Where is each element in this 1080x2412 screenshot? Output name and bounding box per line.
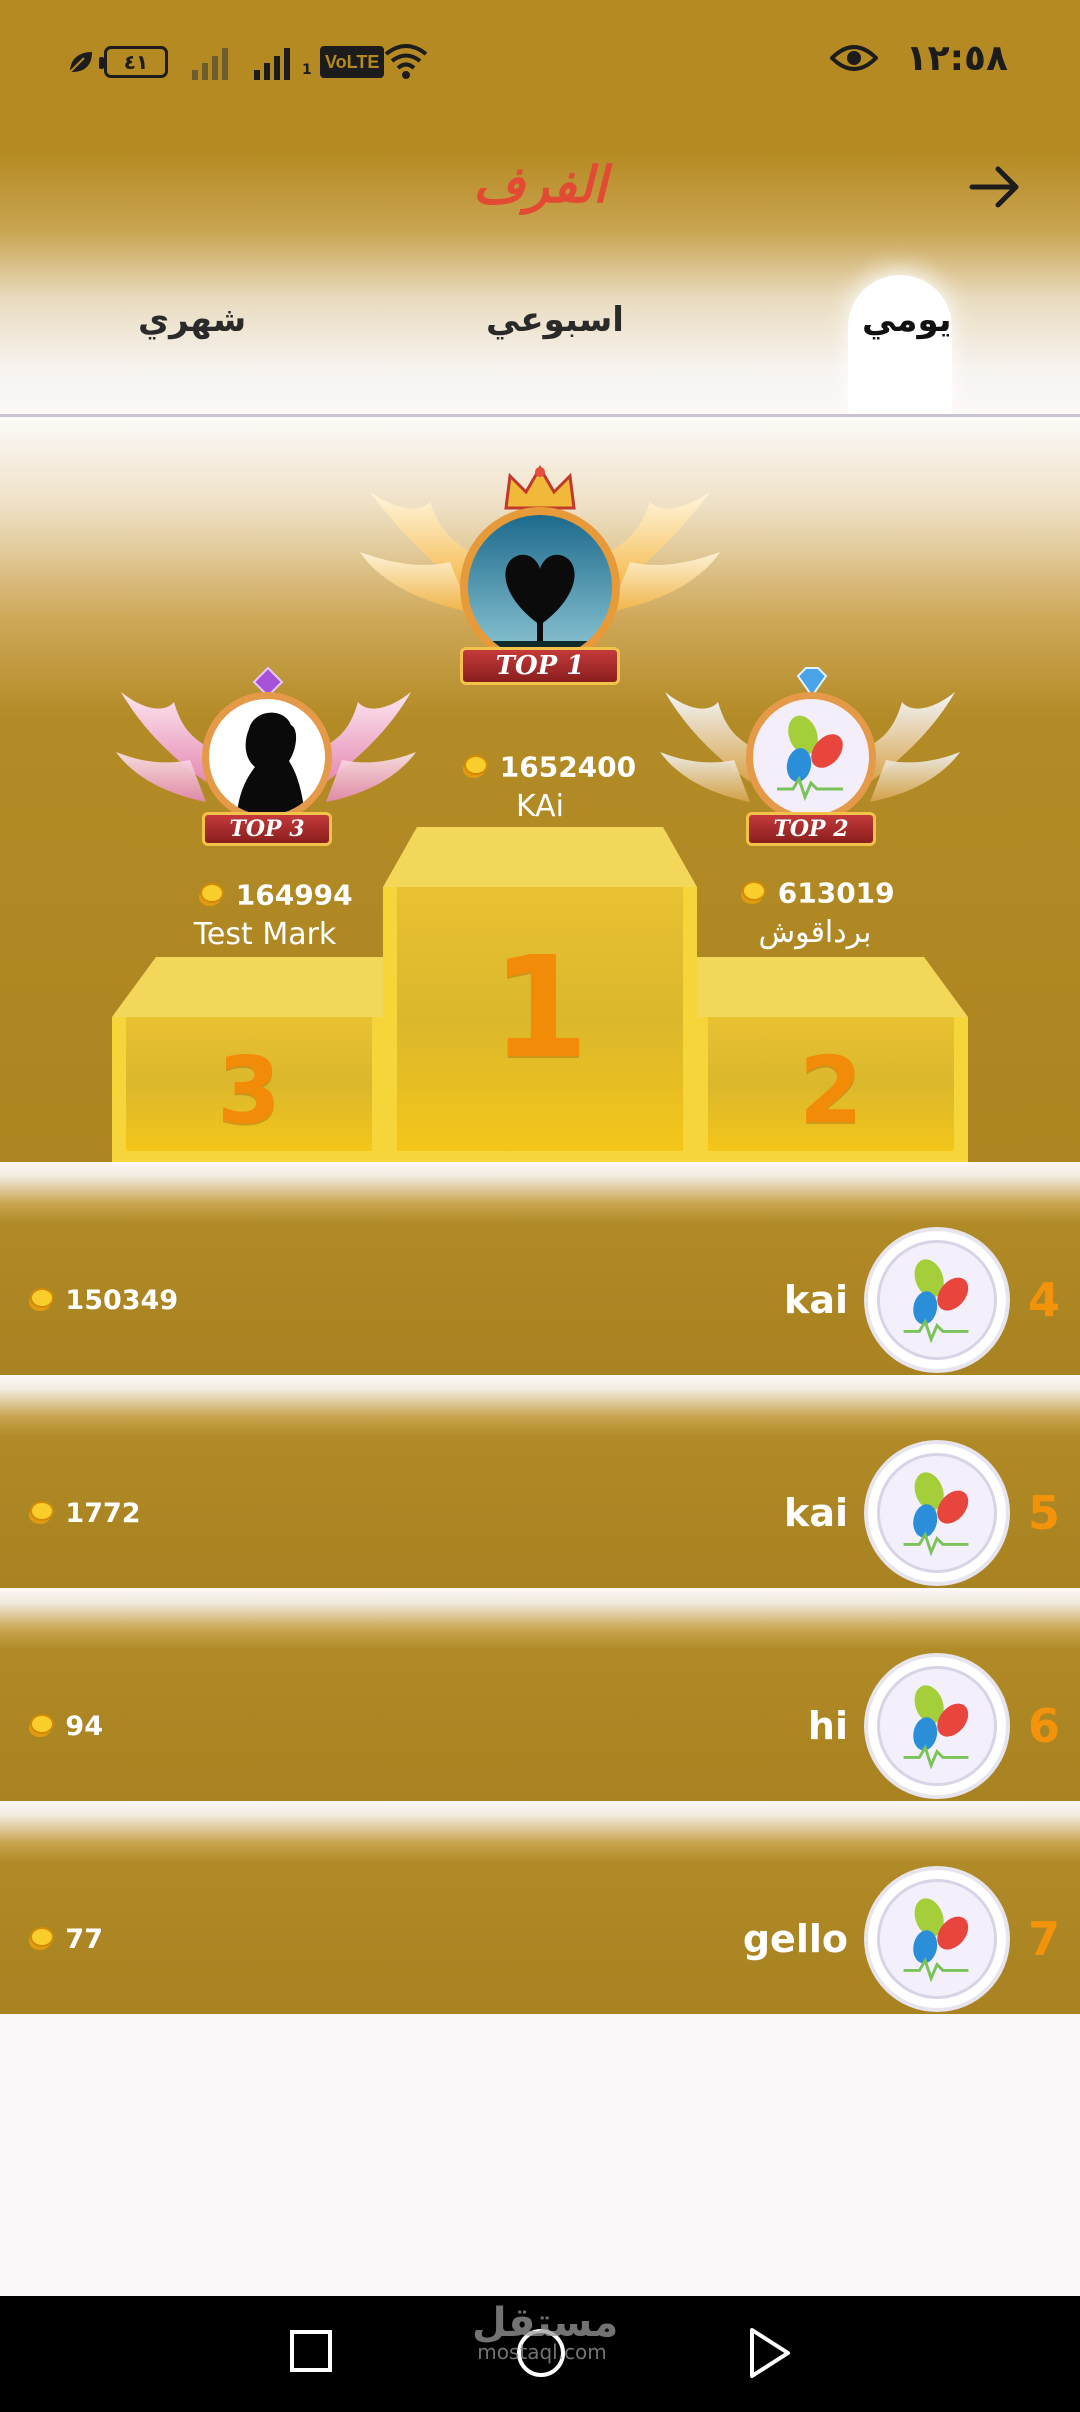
tab-daily[interactable]: يومي [862,300,952,340]
row-rank: 7 [1027,1911,1060,1966]
row-score: 77 [26,1923,103,1955]
coin-icon [29,1288,54,1311]
watermark-url: mostaql.com [477,2340,607,2364]
third-score: 164994 [196,877,353,912]
wifi-icon [384,44,428,79]
podium-label-2: 2 [798,1037,863,1144]
app-logo-icon [903,1897,969,1982]
top-1-badge: TOP 1 [460,647,620,685]
row-name: gello [742,1916,848,1961]
status-time: ١٢:٥٨ [905,38,1008,79]
coin-icon [463,755,488,778]
silhouette-icon [237,712,305,815]
volte-icon: VoLTE [320,46,385,78]
row-score: 94 [26,1710,103,1742]
page-title: الفرف [473,155,607,214]
row-score: 1772 [26,1497,141,1529]
row-avatar[interactable] [868,1656,1006,1795]
row-name: hi [807,1703,848,1748]
ranking-row[interactable]: 4 kai 150349 [0,1162,1080,1375]
coin-icon [741,881,766,904]
app-logo-icon [903,1684,969,1769]
ranking-row[interactable]: 6 hi 94 [0,1588,1080,1801]
first-place-avatar[interactable]: TOP 1 [360,465,720,692]
tab-monthly[interactable]: شهري [138,300,246,340]
row-rank: 5 [1027,1485,1060,1540]
podium-area: 3 2 1 TOP 1 1652400 KAi TOP 3 164994 Tes… [0,417,1080,1165]
row-score: 150349 [26,1284,178,1316]
app-logo-icon [903,1471,969,1556]
top-2-badge: TOP 2 [746,812,876,846]
signal-sim2-icon [192,48,228,80]
coin-icon [29,1501,54,1524]
coin-icon [29,1927,54,1950]
header-area: ٤١ 1 VoLTE ١٢:٥٨ الفرف شهري اسبوعي يومي [0,0,1080,417]
coin-icon [29,1714,54,1737]
row-avatar[interactable] [868,1230,1006,1369]
coin-icon [199,883,224,906]
third-avatar-image [202,692,332,822]
podium-block-3: 3 [112,957,386,1165]
recents-button-icon[interactable] [286,2326,336,2376]
tab-daily-indicator [848,275,952,415]
app-logo-icon [903,1258,969,1343]
podium-label-1: 1 [491,927,589,1090]
second-score: 613019 [738,875,895,910]
first-name: KAi [515,789,564,824]
signal-sim1-icon [254,48,290,80]
row-name: kai [784,1490,848,1535]
second-name: برداقوش [758,915,872,950]
podium-label-3: 3 [216,1037,281,1144]
row-avatar[interactable] [868,1443,1006,1582]
podium-block-2: 2 [694,957,968,1165]
first-avatar-image [460,507,620,667]
second-avatar-image [746,692,876,822]
back-button-icon[interactable] [744,2326,794,2380]
ranking-row[interactable]: 7 gello 77 [0,1801,1080,2014]
back-arrow-icon[interactable] [966,158,1024,216]
battery-icon: ٤١ [99,46,168,78]
leaderboard-screen: ٤١ 1 VoLTE ١٢:٥٨ الفرف شهري اسبوعي يومي … [0,0,1080,2412]
third-place-avatar[interactable]: TOP 3 [116,666,416,872]
third-name: Test Mark [193,917,337,952]
sim-index: 1 [302,62,312,78]
first-score: 1652400 [460,749,636,784]
app-logo-icon [777,715,843,802]
second-place-avatar[interactable]: TOP 2 [660,667,960,872]
podium-block-1: 1 [383,827,697,1165]
row-rank: 6 [1027,1698,1060,1753]
eye-icon [830,45,878,71]
ranking-row[interactable]: 5 kai 1772 [0,1375,1080,1588]
top-3-badge: TOP 3 [202,812,332,846]
tree-heart-icon [468,554,612,659]
status-bar: ٤١ 1 VoLTE ١٢:٥٨ [0,0,1080,120]
row-name: kai [784,1277,848,1322]
row-avatar[interactable] [868,1869,1006,2008]
row-rank: 4 [1027,1272,1060,1327]
tab-weekly[interactable]: اسبوعي [486,300,624,340]
battery-saver-leaf-icon [69,52,92,73]
